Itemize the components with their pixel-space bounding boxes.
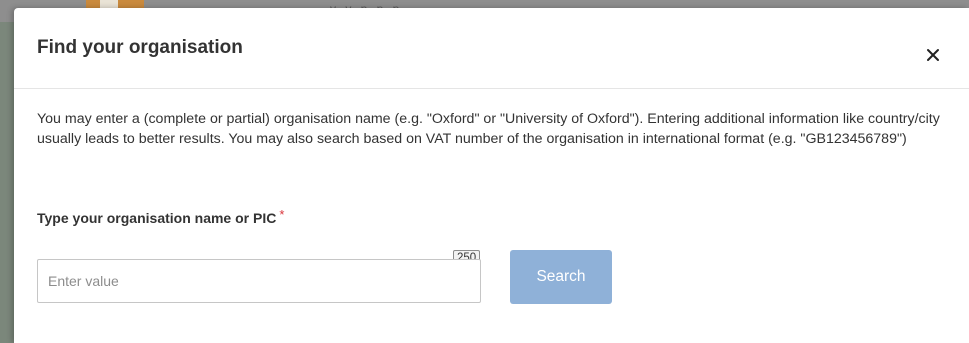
overlay-left-edge [0,0,14,343]
close-icon [927,49,939,61]
dialog-title: Find your organisation [37,37,243,58]
organisation-field-label: Type your organisation name or PIC * [37,207,285,226]
field-label-text: Type your organisation name or PIC [37,210,277,226]
required-marker: * [279,207,285,222]
close-button[interactable] [920,42,946,68]
find-organisation-dialog: Find your organisation You may enter a (… [14,8,969,343]
organisation-search-input[interactable] [37,259,481,303]
organisation-input-wrapper: 250 [37,250,481,303]
dialog-body: You may enter a (complete or partial) or… [37,109,947,304]
search-button[interactable]: Search [510,250,612,304]
help-text: You may enter a (complete or partial) or… [37,111,940,147]
dialog-header: Find your organisation [14,8,969,89]
